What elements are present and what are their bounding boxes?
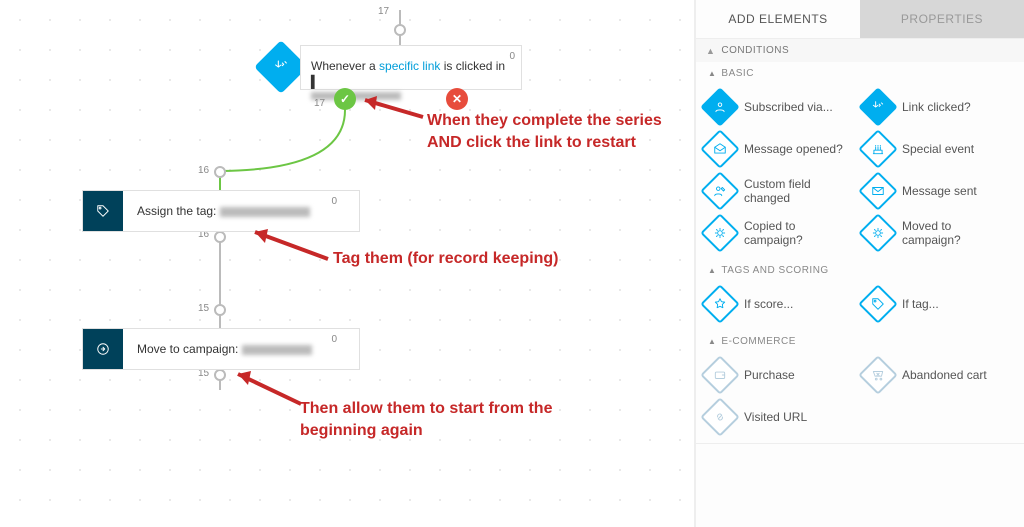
tile-purchase[interactable]: Purchase (702, 357, 854, 393)
cake-icon (858, 129, 898, 169)
branch-yes-icon[interactable]: ✓ (334, 88, 356, 110)
tile-link-clicked[interactable]: Link clicked? (860, 89, 1012, 125)
action-text: Move to campaign: (137, 342, 242, 356)
connector-node (214, 304, 226, 316)
tab-properties[interactable]: PROPERTIES (860, 0, 1024, 38)
chevron-up-icon: ▲ (706, 46, 715, 56)
count-label: 0 (509, 49, 515, 65)
panel-tabs: ADD ELEMENTS PROPERTIES (696, 0, 1024, 39)
tile-message-sent[interactable]: Message sent (860, 173, 1012, 209)
cart-icon (858, 355, 898, 395)
connector-node (214, 369, 226, 381)
count-label: 0 (331, 332, 337, 348)
move-gear-icon (858, 213, 898, 253)
connector-node (394, 24, 406, 36)
trigger-text-suffix: is clicked in (440, 59, 505, 73)
count-label: 16 (198, 165, 209, 176)
user-edit-icon (700, 171, 740, 211)
envelope-open-icon (700, 129, 740, 169)
tile-special-event[interactable]: Special event (860, 131, 1012, 167)
chevron-up-icon: ▲ (708, 337, 716, 346)
tab-add-elements[interactable]: ADD ELEMENTS (696, 0, 860, 38)
group-header-tags[interactable]: ▲ TAGS AND SCORING (696, 259, 1024, 282)
tile-custom-field-changed[interactable]: Custom field changed (702, 173, 854, 209)
count-label: 17 (378, 6, 389, 17)
section-title: CONDITIONS (721, 45, 789, 56)
trigger-text-prefix: Whenever a (311, 59, 379, 73)
count-label: 17 (314, 98, 325, 109)
count-label: 15 (198, 303, 209, 314)
move-icon (83, 329, 123, 369)
action-text: Assign the tag: (137, 204, 220, 218)
annotation-3: Then allow them to start from the beginn… (300, 398, 620, 442)
tile-subscribed-via[interactable]: Subscribed via... (702, 89, 854, 125)
link-icon (700, 397, 740, 437)
trigger-card-link-clicked[interactable]: Whenever a specific link is clicked in ▌… (300, 45, 522, 90)
action-card-move-campaign[interactable]: Move to campaign: 0 (82, 328, 360, 370)
count-label: 0 (331, 194, 337, 210)
trigger-link[interactable]: specific link (379, 59, 440, 73)
tile-message-opened[interactable]: Message opened? (702, 131, 854, 167)
action-card-assign-tag[interactable]: Assign the tag: 0 (82, 190, 360, 232)
tag-icon (858, 284, 898, 324)
tile-if-score[interactable]: If score... (702, 286, 854, 322)
user-icon (700, 87, 740, 127)
annotation-1: When they complete the series AND click … (427, 110, 667, 154)
envelope-icon (858, 171, 898, 211)
branch-no-icon[interactable]: ✕ (446, 88, 468, 110)
chevron-up-icon: ▲ (708, 69, 716, 78)
tile-visited-url[interactable]: Visited URL (702, 399, 854, 435)
side-panel: ADD ELEMENTS PROPERTIES ▲ CONDITIONS ▲ B… (694, 0, 1024, 527)
annotation-2: Tag them (for record keeping) (333, 248, 559, 270)
star-icon (700, 284, 740, 324)
group-header-basic[interactable]: ▲ BASIC (696, 62, 1024, 85)
wallet-icon (700, 355, 740, 395)
tile-moved-to-campaign[interactable]: Moved to campaign? (860, 215, 1012, 251)
section-header-conditions[interactable]: ▲ CONDITIONS (696, 39, 1024, 62)
tile-abandoned-cart[interactable]: Abandoned cart (860, 357, 1012, 393)
click-icon (858, 87, 898, 127)
tile-copied-to-campaign[interactable]: Copied to campaign? (702, 215, 854, 251)
tile-if-tag[interactable]: If tag... (860, 286, 1012, 322)
chevron-up-icon: ▲ (708, 266, 716, 275)
workflow-canvas[interactable]: 17 16 16 15 15 Whenever a specific link … (0, 0, 694, 527)
connector-node (214, 231, 226, 243)
connector-node (214, 166, 226, 178)
tag-icon (83, 191, 123, 231)
group-header-ecommerce[interactable]: ▲ E-COMMERCE (696, 330, 1024, 353)
arrow-icon (228, 366, 303, 411)
copy-gear-icon (700, 213, 740, 253)
